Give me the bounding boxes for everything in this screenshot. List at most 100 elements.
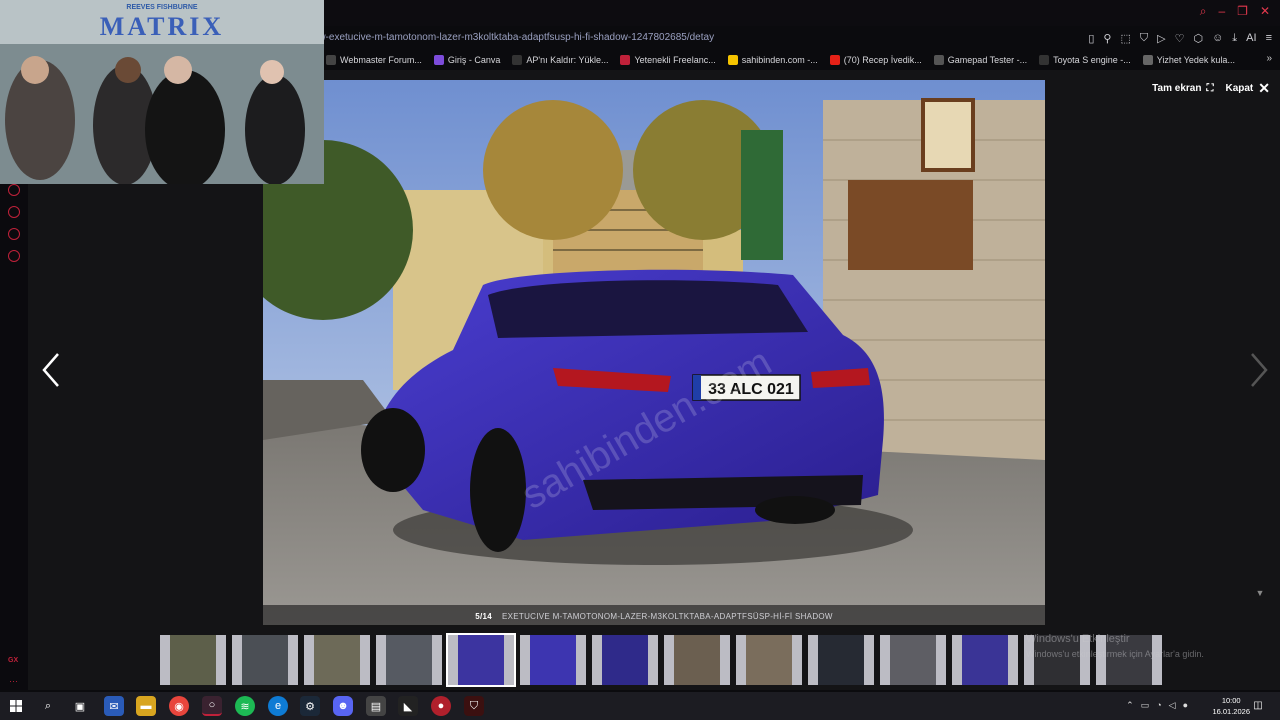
thumbnail-frame (808, 635, 818, 685)
bookmark-label: sahibinden.com -... (741, 55, 818, 65)
riot-icon[interactable]: ⛉ (464, 696, 484, 716)
clock-time: 10:00 (1221, 696, 1241, 705)
thumbnail-frame (1008, 635, 1018, 685)
thumbnail-frame (360, 635, 370, 685)
thumbnail-frame (288, 635, 298, 685)
bookmark-item[interactable]: Toyota S engine -... (1039, 55, 1131, 65)
play-icon[interactable]: ▷ (1157, 32, 1165, 45)
minimize-icon[interactable]: – (1218, 4, 1225, 19)
download-icon[interactable]: ⤓ (1232, 32, 1237, 45)
pip-title: MATRIX (100, 12, 224, 41)
thumbnail-frame (160, 635, 170, 685)
sidebar-settings-icon[interactable] (8, 250, 20, 262)
search-icon[interactable]: ⌕ (1200, 4, 1207, 19)
bookmark-label: Toyota S engine -... (1053, 55, 1131, 65)
profile-icon[interactable]: ☺ (1212, 32, 1223, 44)
app-icon[interactable]: ◣ (398, 696, 418, 716)
volume-icon[interactable]: ◁ (1169, 700, 1176, 711)
extensions-icon[interactable]: ⬡ (1193, 32, 1203, 45)
taskbar-search-icon[interactable]: ⌕ (38, 696, 58, 716)
thumbnail-frame (792, 635, 802, 685)
pip-video[interactable]: REEVES FISHBURNE MATRIX (0, 0, 324, 184)
heart-icon[interactable]: ♡ (1175, 32, 1185, 45)
notifications-icon[interactable]: ◫ (1250, 697, 1266, 713)
thumbnail-10[interactable] (808, 635, 874, 685)
thumbnail-2[interactable] (232, 635, 298, 685)
thumbnail-12[interactable] (952, 635, 1018, 685)
collapse-thumbnails-icon[interactable]: ▼ (1252, 588, 1268, 602)
bookmark-item[interactable]: sahibinden.com -... (727, 55, 818, 65)
store-icon[interactable]: ▤ (366, 696, 386, 716)
previous-photo-button[interactable] (38, 350, 66, 390)
thumbnail-1[interactable] (160, 635, 226, 685)
address-bar[interactable]: mw-exetucive-m-tamotonom-lazer-m3koltkta… (310, 28, 1100, 48)
sidebar-extensions-icon[interactable] (8, 228, 20, 240)
pin-icon[interactable]: ⚲ (1103, 32, 1111, 45)
close-viewer-button[interactable]: Kapat ✕ (1225, 80, 1270, 97)
edge-icon[interactable]: e (268, 696, 288, 716)
thumbnail-6[interactable] (520, 635, 586, 685)
file-explorer-icon[interactable]: ▬ (136, 696, 156, 716)
bookmark-favicon-icon (727, 55, 738, 65)
thumbnail-image (458, 635, 504, 685)
fullscreen-label: Tam ekran (1152, 82, 1202, 94)
screen-recorder-icon[interactable]: ● (431, 696, 451, 716)
bookmark-item[interactable]: Yetenekli Freelanc... (620, 55, 716, 65)
bookmark-item[interactable]: Yizhet Yedek kula... (1142, 55, 1235, 65)
bookmark-item[interactable]: Giriş - Canva (433, 55, 500, 65)
thumbnail-image (386, 635, 432, 685)
thumbnail-frame (664, 635, 674, 685)
sidebar-player-icon[interactable] (8, 184, 20, 196)
thumbnail-image (530, 635, 576, 685)
chevron-right-icon (1251, 353, 1268, 387)
bookmark-favicon-icon (620, 55, 631, 65)
ai-icon[interactable]: AI (1246, 32, 1256, 44)
sidebar-history-icon[interactable] (8, 206, 20, 218)
fullscreen-icon: ⛶ (1206, 82, 1214, 94)
shield-icon[interactable]: ⛉ (1140, 32, 1148, 45)
bookmark-item[interactable]: AP'nı Kaldır: Yükle... (512, 55, 608, 65)
more-icon[interactable]: ··· (9, 676, 18, 686)
thumbnail-8[interactable] (664, 635, 730, 685)
thumbnail-4[interactable] (376, 635, 442, 685)
bookmark-item[interactable]: Webmaster Forum... (326, 55, 422, 65)
thumbnail-11[interactable] (880, 635, 946, 685)
windows-activation-subtitle: Windows'u etkinleştirmek için Ayarlar'a … (1026, 649, 1204, 659)
tray-overflow-icon[interactable]: ⌃ (1126, 700, 1134, 711)
mail-icon[interactable]: ✉ (104, 696, 124, 716)
microphone-icon[interactable]: ● (1183, 700, 1188, 711)
start-icon[interactable] (6, 696, 26, 716)
photo-counter: 5/14 (475, 611, 492, 621)
restore-icon[interactable]: ❐ (1237, 4, 1248, 19)
thumbnail-frame (864, 635, 874, 685)
bookmark-label: AP'nı Kaldır: Yükle... (526, 55, 609, 65)
next-photo-button[interactable] (1244, 350, 1272, 390)
sidebar-toggle-icon[interactable]: ▯ (1088, 32, 1094, 45)
menu-icon[interactable]: ≡ (1266, 32, 1272, 44)
thumbnail-3[interactable] (304, 635, 370, 685)
close-window-icon[interactable]: ✕ (1260, 4, 1270, 19)
chrome-icon[interactable]: ◉ (169, 696, 189, 716)
thumbnail-5[interactable] (446, 633, 516, 687)
close-label: Kapat (1225, 82, 1254, 94)
bookmark-item[interactable]: Gamepad Tester -... (933, 55, 1027, 65)
opera-gx-icon[interactable]: ○ (202, 696, 222, 716)
windows-activation-title: Windows'u Etkinleştir (1026, 633, 1130, 645)
bookmark-label: (70) Recep İvedik... (843, 55, 922, 65)
task-view-icon[interactable]: ▣ (70, 696, 90, 716)
bookmark-item[interactable]: (70) Recep İvedik... (829, 55, 922, 65)
system-clock[interactable]: 10:00 16.01.2026 (1212, 695, 1250, 717)
thumbnail-9[interactable] (736, 635, 802, 685)
network-icon[interactable]: ▭ (1141, 700, 1150, 711)
thumbnail-image (242, 635, 288, 685)
fullscreen-button[interactable]: Tam ekran ⛶ (1152, 83, 1213, 94)
thumbnail-image (674, 635, 720, 685)
thumbnail-7[interactable] (592, 635, 658, 685)
discord-icon[interactable]: ☻ (333, 696, 353, 716)
gx-label[interactable]: GX (8, 657, 18, 664)
wifi-icon[interactable]: ◔ (1156, 700, 1161, 711)
screenshot-icon[interactable]: ⬚ (1120, 32, 1130, 45)
spotify-icon[interactable]: ≋ (235, 696, 255, 716)
steam-icon[interactable]: ⚙ (300, 696, 320, 716)
bookmarks-more-button[interactable]: » (1266, 53, 1272, 64)
